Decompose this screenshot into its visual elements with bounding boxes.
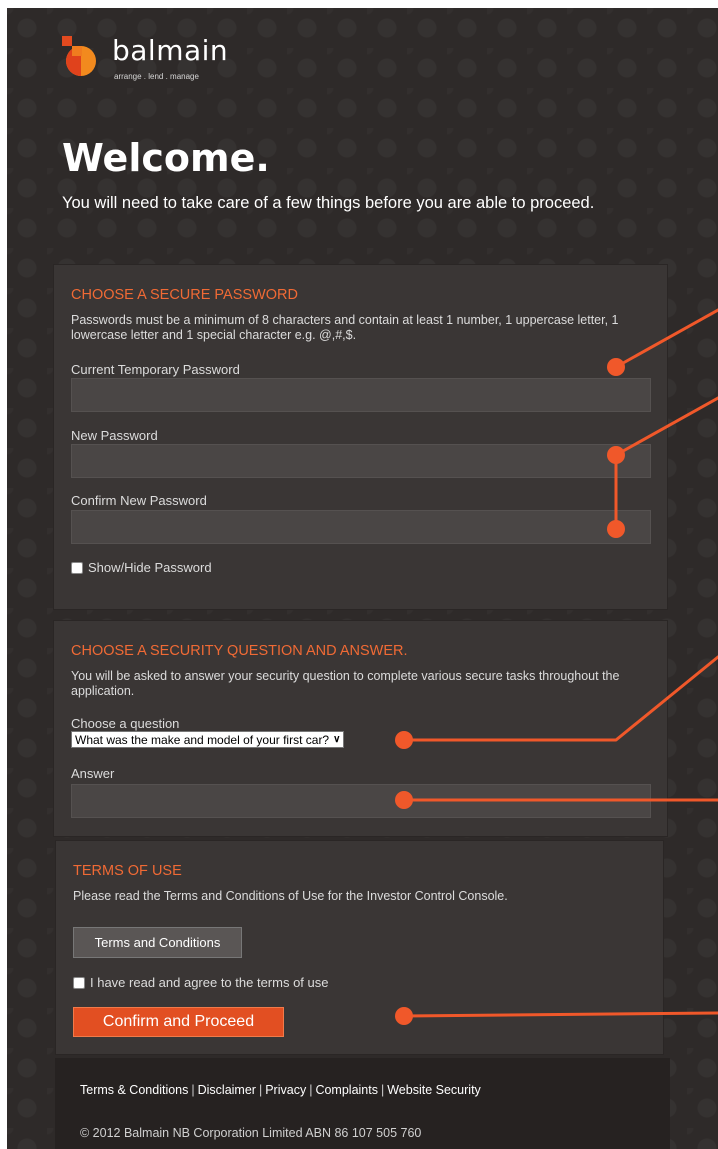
- confirm-password-label: Confirm New Password: [71, 493, 207, 508]
- agree-terms-row[interactable]: I have read and agree to the terms of us…: [73, 975, 328, 990]
- chevron-down-icon: ∨: [333, 734, 341, 745]
- footer-link-complaints[interactable]: Complaints: [315, 1083, 378, 1097]
- footer: Terms & Conditions | Disclaimer | Privacy | Co…: [55, 1058, 670, 1149]
- page-subtitle: You will need to take care of a few thin…: [62, 194, 595, 212]
- security-heading: CHOOSE A SECURITY QUESTION AND ANSWER.: [71, 643, 408, 659]
- terms-panel: TERMS OF USE Please read the Terms and C…: [55, 840, 664, 1055]
- current-password-label: Current Temporary Password: [71, 362, 240, 377]
- security-question-select[interactable]: What was the make and model of your firs…: [71, 731, 345, 748]
- agree-terms-label: I have read and agree to the terms of us…: [90, 975, 329, 990]
- page-title: Welcome.: [62, 136, 270, 180]
- footer-link-terms[interactable]: Terms & Conditions: [80, 1083, 188, 1097]
- show-hide-password-row[interactable]: Show/Hide Password: [71, 560, 212, 575]
- password-requirements: Passwords must be a minimum of 8 charact…: [71, 313, 619, 342]
- confirm-and-proceed-button[interactable]: Confirm and Proceed: [73, 1007, 284, 1037]
- terms-heading: TERMS OF USE: [73, 863, 182, 879]
- current-password-input[interactable]: [71, 378, 651, 412]
- footer-copyright: © 2012 Balmain NB Corporation Limited AB…: [80, 1126, 422, 1140]
- footer-link-website-security[interactable]: Website Security: [387, 1083, 481, 1097]
- confirm-password-input[interactable]: [71, 510, 651, 544]
- answer-label: Answer: [71, 766, 115, 781]
- footer-links: Terms & Conditions | Disclaimer | Privacy | Co…: [80, 1083, 481, 1097]
- security-question-value: What was the make and model of your firs…: [75, 732, 330, 747]
- password-heading: CHOOSE A SECURE PASSWORD: [71, 287, 298, 303]
- security-question-panel: CHOOSE A SECURITY QUESTION AND ANSWER. Y…: [53, 620, 668, 837]
- terms-description: Please read the Terms and Conditions of …: [73, 889, 508, 903]
- footer-link-disclaimer[interactable]: Disclaimer: [198, 1083, 256, 1097]
- footer-link-privacy[interactable]: Privacy: [265, 1083, 306, 1097]
- new-password-input[interactable]: [71, 444, 651, 478]
- agree-terms-checkbox[interactable]: [73, 976, 85, 989]
- show-hide-password-label: Show/Hide Password: [88, 560, 212, 575]
- security-answer-input[interactable]: [71, 784, 651, 818]
- page-background: balmain arrange . lend . manage Welcome.…: [7, 8, 718, 1149]
- balmain-logo-icon: [62, 36, 102, 76]
- brand-tagline: arrange . lend . manage: [114, 72, 199, 81]
- terms-and-conditions-button[interactable]: Terms and Conditions: [73, 927, 242, 958]
- security-description: You will be asked to answer your securit…: [71, 669, 620, 698]
- brand-name: balmain: [112, 34, 229, 67]
- password-panel: CHOOSE A SECURE PASSWORD Passwords must …: [53, 264, 668, 610]
- new-password-label: New Password: [71, 428, 158, 443]
- question-label: Choose a question: [71, 716, 180, 731]
- show-hide-password-checkbox[interactable]: [71, 561, 83, 574]
